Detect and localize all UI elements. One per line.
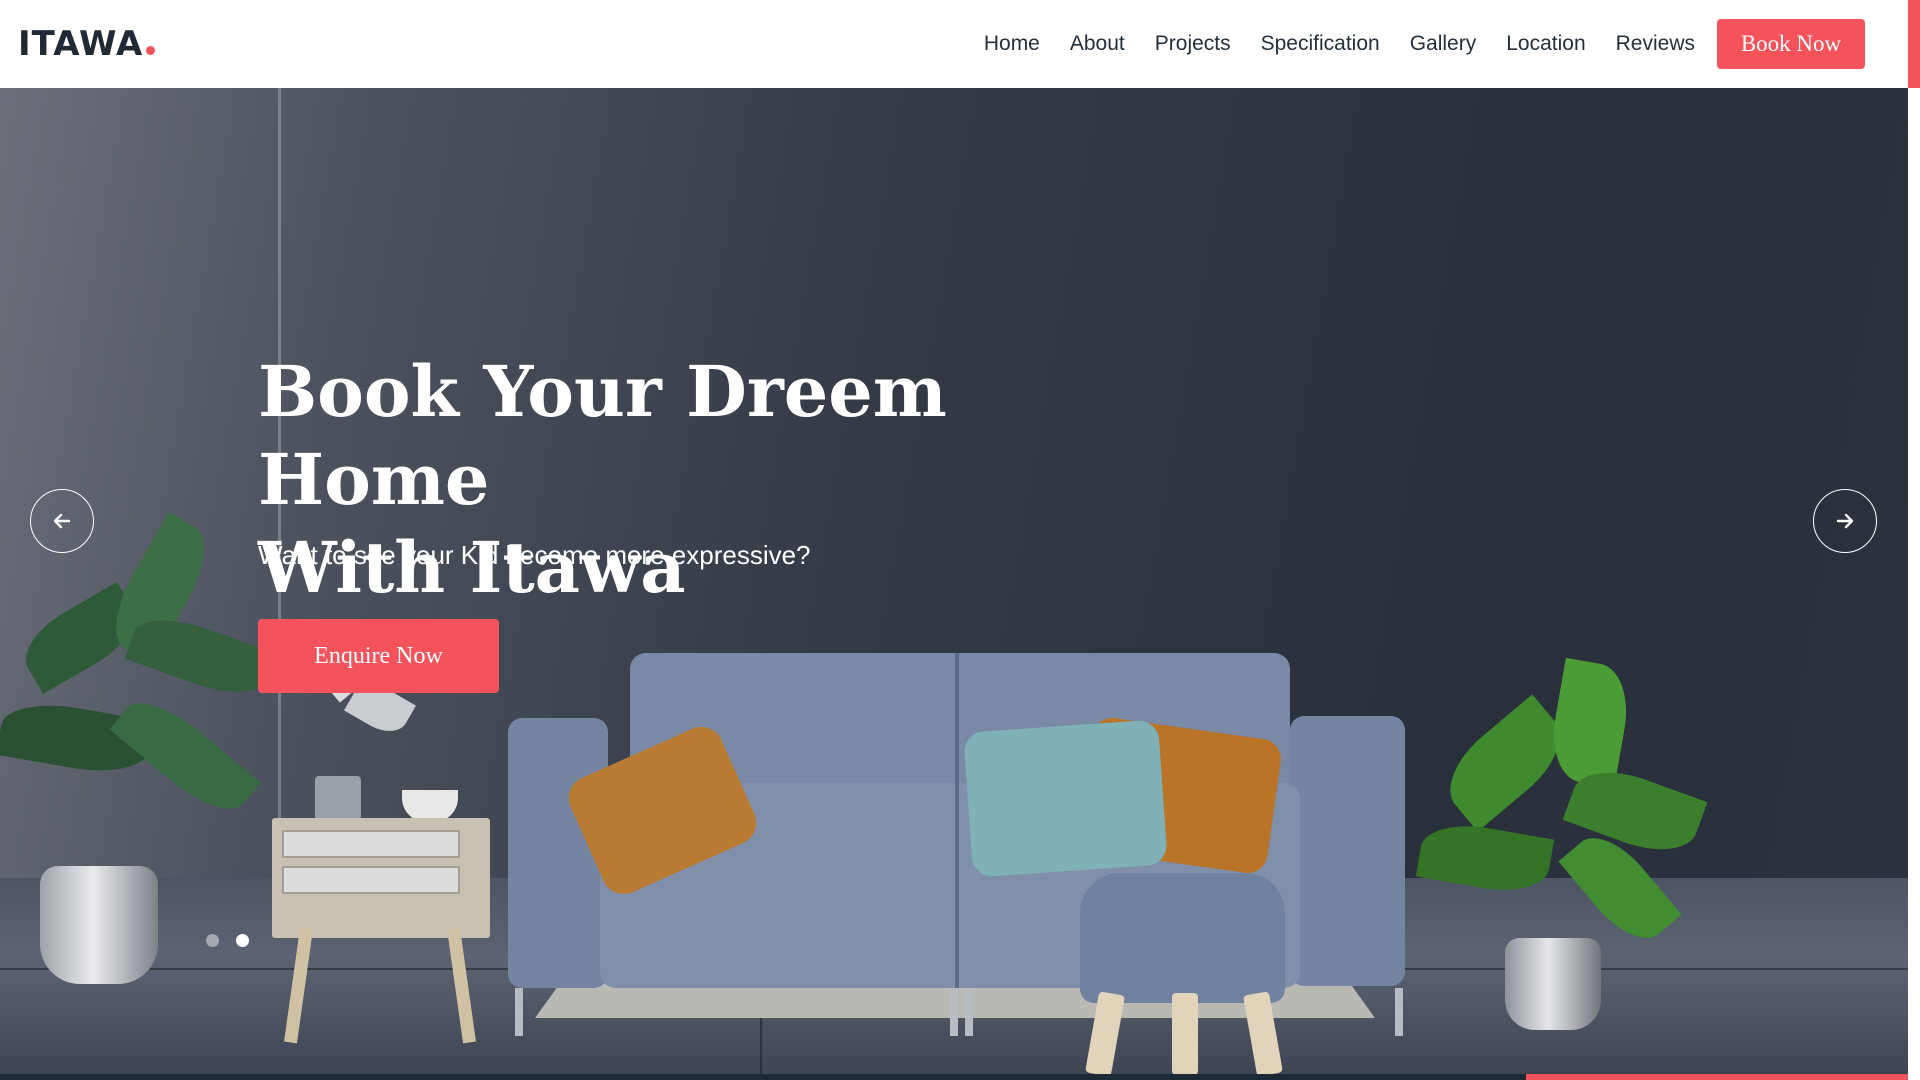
sofa-seam xyxy=(955,653,959,988)
site-header: ITAWA Home About Projects Specification … xyxy=(0,0,1908,88)
ottoman-leg xyxy=(1172,993,1198,1074)
slider-prev-button[interactable] xyxy=(30,489,94,553)
slider-next-button[interactable] xyxy=(1813,489,1877,553)
bottom-accent-bar xyxy=(1526,1074,1908,1080)
vase xyxy=(315,776,361,820)
plant-leaf xyxy=(1545,657,1635,789)
nav-location[interactable]: Location xyxy=(1506,32,1585,56)
sofa-leg xyxy=(965,988,973,1036)
hero-slider: Book Your Dreem Home With Itawa Want to … xyxy=(0,88,1908,1074)
slider-dot-2[interactable] xyxy=(236,934,249,947)
nav-projects[interactable]: Projects xyxy=(1155,32,1231,56)
logo-dot xyxy=(146,46,156,55)
nav-gallery[interactable]: Gallery xyxy=(1410,32,1477,56)
main-nav: Home About Projects Specification Galler… xyxy=(984,19,1865,69)
header-accent-bar xyxy=(1908,0,1920,88)
nav-about[interactable]: About xyxy=(1070,32,1125,56)
sofa-leg xyxy=(950,988,958,1036)
hero-title-line-1: Book Your Dreem Home xyxy=(258,350,947,521)
drawer xyxy=(282,830,460,858)
plant-leaf xyxy=(124,605,276,707)
pillow-teal xyxy=(963,719,1168,878)
nav-specification[interactable]: Specification xyxy=(1261,32,1380,56)
nav-reviews[interactable]: Reviews xyxy=(1616,32,1695,56)
sofa-arm xyxy=(1290,716,1405,986)
logo-text: ITAWA xyxy=(18,24,144,64)
slider-dot-1[interactable] xyxy=(206,934,219,947)
floor-line xyxy=(760,1018,762,1074)
logo[interactable]: ITAWA xyxy=(18,24,156,64)
slider-dots xyxy=(206,934,266,947)
silver-planter xyxy=(1505,938,1601,1030)
hero-title: Book Your Dreem Home With Itawa xyxy=(258,348,1158,612)
nav-home[interactable]: Home xyxy=(984,32,1040,56)
silver-planter xyxy=(40,866,158,984)
arrow-right-icon xyxy=(1836,513,1854,529)
sofa-leg xyxy=(515,988,523,1036)
arrow-left-icon xyxy=(53,513,71,529)
book-now-button[interactable]: Book Now xyxy=(1717,19,1865,69)
ottoman xyxy=(1080,873,1285,1003)
hero-subtitle: Want to see your Kid become more express… xyxy=(258,540,811,570)
drawer xyxy=(282,866,460,894)
sofa-leg xyxy=(1395,988,1403,1036)
enquire-now-button[interactable]: Enquire Now xyxy=(258,619,499,693)
